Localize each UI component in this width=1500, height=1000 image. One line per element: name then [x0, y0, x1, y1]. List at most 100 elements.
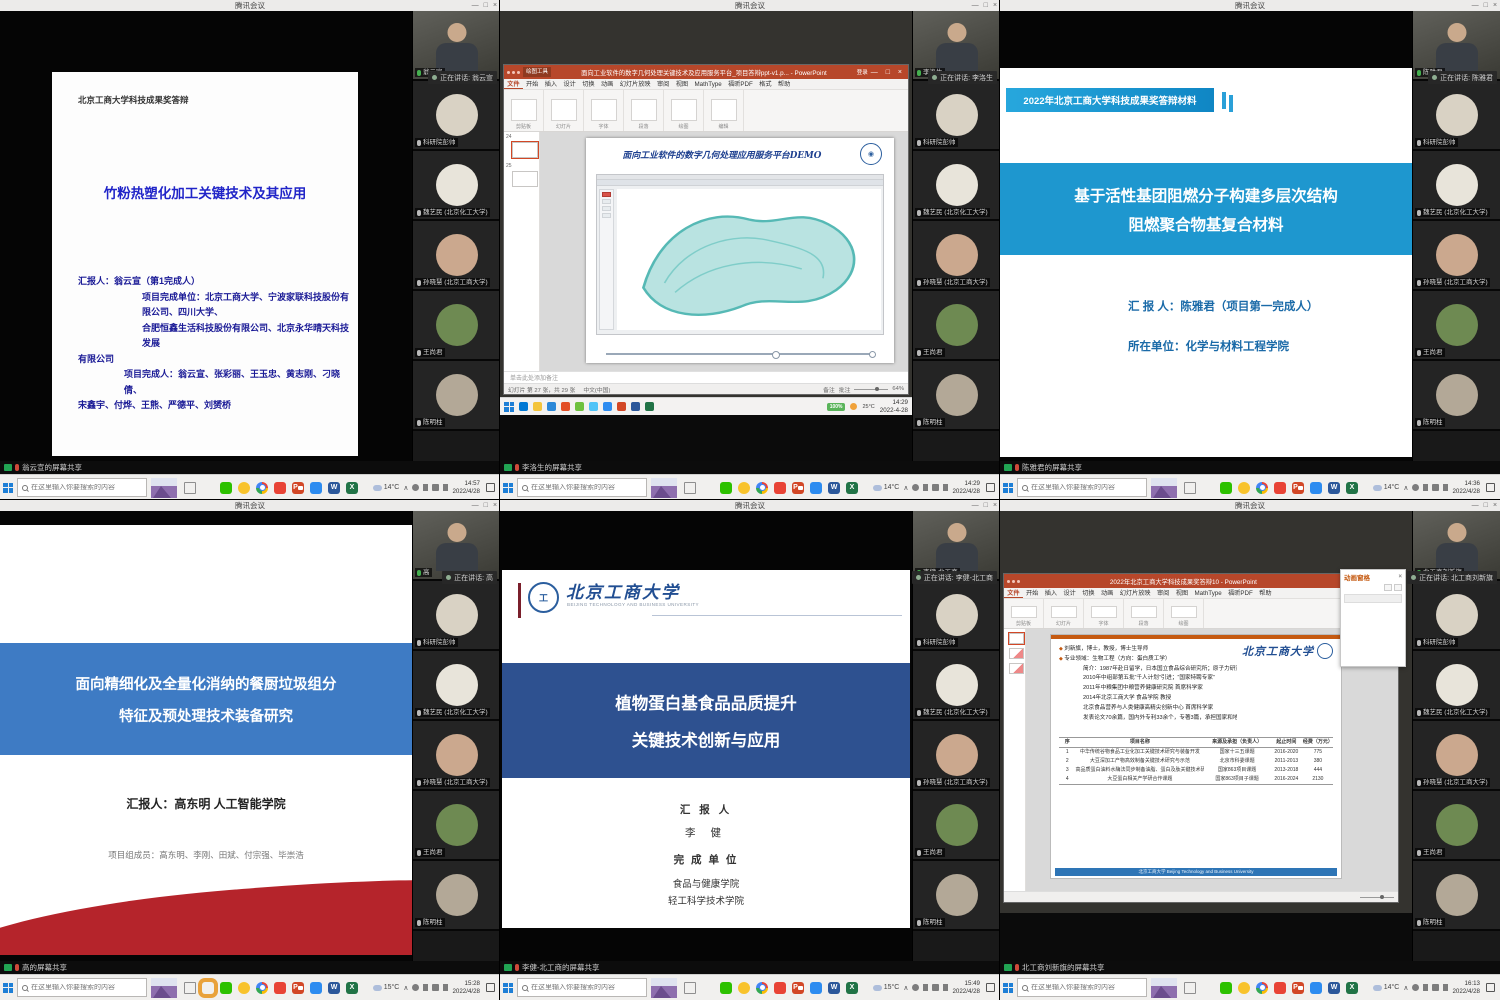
ribbon-controls[interactable]: [591, 99, 617, 121]
participant-thumbnail[interactable]: 陈明柱: [913, 361, 1000, 431]
taskbar-app-icon[interactable]: [631, 402, 640, 411]
zoom-slider[interactable]: [1360, 897, 1394, 898]
participant-thumbnail[interactable]: 科研院彭帅: [413, 81, 500, 151]
participant-thumbnail[interactable]: 科研院彭帅: [913, 581, 1000, 651]
taskbar-app-icon[interactable]: X: [346, 982, 358, 994]
taskbar-app-icon[interactable]: [774, 482, 786, 494]
ribbon-tab[interactable]: 动画: [1098, 588, 1117, 599]
close-icon[interactable]: ×: [1398, 574, 1402, 580]
ribbon-tab[interactable]: 帮助: [1256, 588, 1275, 599]
signin-button[interactable]: 登录: [857, 68, 868, 76]
taskbar-app-icon[interactable]: [1238, 982, 1250, 994]
ribbon-tab[interactable]: 帮助: [775, 79, 794, 90]
taskbar-clock[interactable]: 14:362022/4/28: [1452, 480, 1480, 496]
ribbon-group[interactable]: 字体: [1084, 599, 1124, 628]
search-input[interactable]: [1031, 984, 1142, 991]
slide-thumbnail[interactable]: [1009, 663, 1024, 674]
tray-expand-icon[interactable]: ∧: [903, 484, 908, 492]
notes-pane[interactable]: 单击此处添加备注: [504, 371, 908, 383]
taskbar-app-icon[interactable]: [774, 982, 786, 994]
taskbar-app-icon[interactable]: P: [292, 482, 304, 494]
taskbar-app-icon[interactable]: [589, 402, 598, 411]
taskbar-app-icon[interactable]: [184, 982, 196, 994]
participant-thumbnail[interactable]: 王尚君: [913, 291, 1000, 361]
tray-expand-icon[interactable]: ∧: [1403, 484, 1408, 492]
slide-thumbnail-selected[interactable]: [512, 142, 538, 158]
weather-temp[interactable]: 14°C: [373, 484, 400, 491]
participant-thumbnail[interactable]: 陈明柱: [913, 861, 1000, 931]
search-input[interactable]: [1031, 484, 1142, 491]
tray-speaker-icon[interactable]: [1432, 484, 1439, 491]
taskbar-app-icon[interactable]: X: [846, 482, 858, 494]
tray-speaker-icon[interactable]: [932, 484, 939, 491]
taskbar-search[interactable]: [17, 478, 147, 497]
minimize-button[interactable]: —: [1472, 500, 1479, 511]
taskbar-app-icon[interactable]: W: [328, 982, 340, 994]
taskbar-app-icon[interactable]: X: [1346, 982, 1358, 994]
ribbon-tab[interactable]: 开始: [1023, 588, 1042, 599]
participant-thumbnail[interactable]: 科研院彭帅: [913, 81, 1000, 151]
ribbon-tab[interactable]: 审阅: [1154, 588, 1173, 599]
participant-thumbnail[interactable]: 科研院彭帅: [1413, 581, 1500, 651]
weather-temp[interactable]: 14°C: [1373, 984, 1400, 991]
tray-mic-icon[interactable]: [1423, 984, 1428, 991]
windows-start-button[interactable]: [503, 983, 513, 993]
participant-thumbnail[interactable]: 魏艺民 (北京化工大学): [413, 151, 500, 221]
ribbon-tab[interactable]: 切换: [1079, 588, 1098, 599]
ribbon-tab[interactable]: 文件: [504, 79, 523, 90]
taskbar-app-icon[interactable]: [810, 482, 822, 494]
weather-temp[interactable]: 15°C: [873, 984, 900, 991]
weather-temp[interactable]: 15°C: [373, 984, 400, 991]
close-button[interactable]: ×: [1493, 0, 1497, 11]
taskbar-app-icon[interactable]: P: [1292, 982, 1304, 994]
maximize-button[interactable]: □: [484, 0, 488, 11]
taskbar-app-icon[interactable]: [1256, 982, 1268, 994]
participant-thumbnail[interactable]: 陈明柱: [1413, 361, 1500, 431]
zoom-slider[interactable]: [854, 389, 888, 390]
windows-start-button[interactable]: [503, 483, 513, 493]
tray-speaker-icon[interactable]: [432, 984, 439, 991]
participant-thumbnail[interactable]: 魏艺民 (北京化工大学): [1413, 651, 1500, 721]
participant-thumbnail[interactable]: 孙晓慧 (北京工商大学): [1413, 721, 1500, 791]
ribbon-tab[interactable]: 设计: [1060, 588, 1079, 599]
taskbar-app-icon[interactable]: [684, 482, 696, 494]
tray-pen-icon[interactable]: [943, 484, 948, 491]
taskbar-app-icon[interactable]: [1184, 482, 1196, 494]
ribbon-tab[interactable]: 动画: [598, 79, 617, 90]
windows-start-button[interactable]: [504, 402, 514, 412]
weather-temp[interactable]: 14°C: [1373, 484, 1400, 491]
weather-temp[interactable]: 14°C: [873, 484, 900, 491]
participant-thumbnail[interactable]: 魏艺民 (北京化工大学): [913, 151, 1000, 221]
maximize-button[interactable]: □: [1484, 0, 1488, 11]
ribbon-group[interactable]: 段落: [624, 90, 664, 131]
search-input[interactable]: [31, 484, 142, 491]
participant-thumbnail[interactable]: 孙晓慧 (北京工商大学): [913, 721, 1000, 791]
notification-center-icon[interactable]: [1486, 983, 1495, 992]
ribbon-controls[interactable]: [1011, 606, 1037, 618]
taskbar-app-icon[interactable]: [684, 982, 696, 994]
taskbar-clock[interactable]: 14:572022/4/28: [452, 480, 480, 496]
taskbar-app-icon[interactable]: [202, 982, 214, 994]
tray-icon[interactable]: [412, 484, 419, 491]
taskbar-app-icon[interactable]: [1274, 982, 1286, 994]
taskbar-app-icon[interactable]: [220, 982, 232, 994]
tray-speaker-icon[interactable]: [932, 984, 939, 991]
ribbon-tab[interactable]: MathType: [1191, 588, 1225, 599]
ribbon-controls[interactable]: [1091, 606, 1117, 618]
ribbon-group[interactable]: 编辑: [704, 90, 744, 131]
windows-start-button[interactable]: [3, 983, 13, 993]
tray-expand-icon[interactable]: ∧: [403, 484, 408, 492]
close-button[interactable]: ×: [493, 0, 497, 11]
taskbar-app-icon[interactable]: [720, 482, 732, 494]
animation-item[interactable]: [1344, 594, 1402, 603]
comments-toggle[interactable]: 批注: [839, 385, 851, 394]
participant-thumbnail[interactable]: 魏艺民 (北京化工大学): [413, 651, 500, 721]
taskbar-app-icon[interactable]: P: [792, 482, 804, 494]
slide-thumbnail[interactable]: [1009, 648, 1024, 659]
taskbar-app-icon[interactable]: X: [846, 982, 858, 994]
participant-thumbnail[interactable]: 孙晓慧 (北京工商大学): [413, 721, 500, 791]
participant-thumbnail[interactable]: 王尚君: [1413, 791, 1500, 861]
taskbar-app-icon[interactable]: [756, 482, 768, 494]
tray-icon[interactable]: [912, 484, 919, 491]
tray-pen-icon[interactable]: [443, 984, 448, 991]
